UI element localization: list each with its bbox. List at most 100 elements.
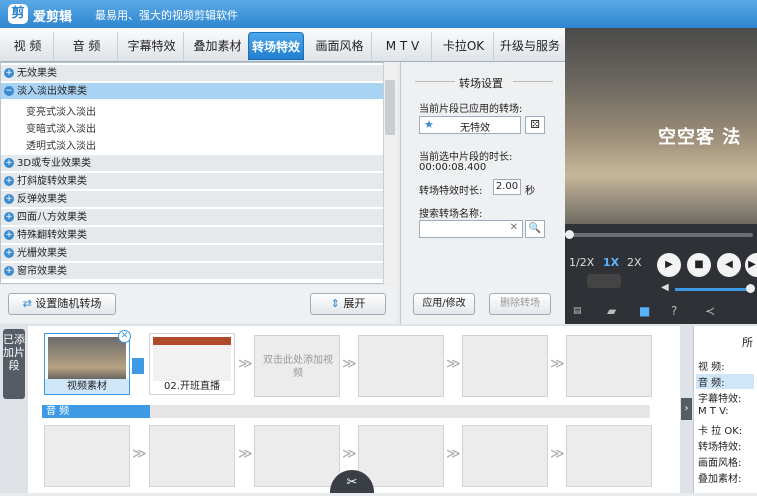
expand-icon[interactable]: + (4, 230, 14, 240)
expand-icon[interactable]: + (4, 212, 14, 222)
tab-picture-style[interactable]: 画面风格 (308, 32, 372, 60)
category-grating[interactable]: + 光栅效果类 (1, 245, 383, 262)
expand-icon[interactable]: + (4, 68, 14, 78)
search-label: 搜索转场名称: (419, 209, 483, 220)
app-logo-icon: 剪 (8, 4, 28, 24)
expand-button[interactable]: ⇕ 展开 (310, 293, 386, 315)
expand-arrows-icon: ⇕ (330, 297, 340, 310)
category-curtain[interactable]: + 窗帘效果类 (1, 263, 383, 280)
jog-dial[interactable] (587, 274, 621, 288)
project-info-panel: 所 视 频: 音 频: 字幕特效: M T V: 卡 拉 OK: 转场特效: 画… (693, 326, 757, 493)
dice-icon[interactable]: ⚄ (525, 116, 545, 134)
effect-item-brighten-fade[interactable]: 变亮式淡入淡出 (26, 103, 96, 118)
info-row-video: 视 频: (698, 362, 725, 373)
category-all-directions[interactable]: + 四面八方效果类 (1, 209, 383, 226)
title-divider-right (513, 81, 553, 82)
next-frame-button[interactable]: ▶ (745, 253, 757, 277)
search-input[interactable]: ✕ (419, 220, 523, 238)
app-slogan: 最易用、强大的视频剪辑软件 (95, 9, 238, 22)
save-icon[interactable]: ■ (639, 304, 650, 318)
category-bounce[interactable]: + 反弹效果类 (1, 191, 383, 208)
info-row-overlay: 叠加素材: (698, 474, 742, 485)
random-transition-button[interactable]: ⇄ 设置随机转场 (8, 293, 116, 315)
collapse-icon[interactable]: − (4, 86, 14, 96)
progress-track[interactable] (567, 233, 753, 237)
effect-duration-input[interactable]: 2.00 (493, 179, 521, 195)
empty-clip-slot[interactable] (566, 425, 652, 487)
audio-track-label[interactable]: 音 频 (42, 405, 150, 418)
progress-handle[interactable] (565, 230, 574, 239)
expand-icon[interactable]: + (4, 248, 14, 258)
sequence-arrow-icon: ≫ (342, 446, 357, 462)
clip-caption: 视频素材 (45, 379, 129, 394)
tab-overlay-material[interactable]: 叠加素材 (186, 32, 250, 60)
play-button[interactable]: ▶ (657, 253, 681, 277)
star-icon: ★ (424, 118, 434, 131)
help-icon[interactable]: ? (671, 304, 677, 318)
empty-clip-slot[interactable]: 双击此处添加视频 (254, 335, 340, 397)
info-row-transition: 转场特效: (698, 442, 742, 453)
added-clips-tab[interactable]: 已添加片段 (3, 329, 25, 399)
volume-slider[interactable] (675, 288, 749, 291)
info-row-picture-style: 画面风格: (698, 458, 742, 469)
empty-clip-slot[interactable] (462, 335, 548, 397)
tab-audio[interactable]: 音 频 (56, 32, 118, 60)
search-icon[interactable]: 🔍 (525, 220, 545, 238)
tab-transition-effects[interactable]: 转场特效 (248, 32, 304, 60)
clear-icon[interactable]: ✕ (510, 222, 518, 233)
category-diagonal-rotate[interactable]: + 打斜旋转效果类 (1, 173, 383, 190)
effect-item-darken-fade[interactable]: 变暗式淡入淡出 (26, 120, 96, 135)
previous-frame-button[interactable]: ◀ (717, 253, 741, 277)
playback-controls: 1/2X 1X 2X ▶ ■ ◀ ▶ ◀ ▤ ▰ ■ ? ≺ (565, 224, 757, 324)
empty-clip-slot[interactable] (149, 425, 235, 487)
volume-icon[interactable]: ◀ (661, 282, 669, 293)
empty-clip-slot[interactable] (358, 425, 444, 487)
new-project-icon[interactable]: ▤ (573, 306, 582, 316)
apply-modify-button[interactable]: 应用/修改 (413, 293, 475, 315)
remove-clip-icon[interactable]: ✕ (118, 330, 131, 343)
scrollbar-thumb[interactable] (385, 80, 395, 135)
effect-list-buttons: ⇄ 设置随机转场 ⇕ 展开 (0, 285, 397, 323)
tab-mtv[interactable]: M T V (374, 32, 432, 60)
clip-image (48, 337, 126, 381)
title-divider-left (415, 81, 455, 82)
collapse-panel-icon[interactable]: › (681, 398, 692, 420)
info-row-audio: 音 频: (696, 374, 754, 389)
speed-1x-button[interactable]: 1X (603, 256, 619, 269)
transition-marker-icon[interactable] (132, 358, 144, 374)
tab-video[interactable]: 视 频 (2, 32, 54, 60)
expand-icon[interactable]: + (4, 266, 14, 276)
expand-icon[interactable]: + (4, 176, 14, 186)
tab-karaoke[interactable]: 卡拉OK (434, 32, 494, 60)
category-3d[interactable]: +3D或专业效果类 (1, 155, 383, 172)
speed-half-button[interactable]: 1/2X (569, 256, 594, 269)
empty-clip-slot[interactable] (254, 425, 340, 487)
category-fade[interactable]: − 淡入淡出效果类 (1, 83, 383, 100)
empty-clip-slot[interactable] (44, 425, 130, 487)
sequence-arrow-icon: ≫ (238, 446, 253, 462)
clip-thumbnail[interactable]: 02.开班直播 (149, 333, 235, 395)
category-special-flip[interactable]: + 特殊翻转效果类 (1, 227, 383, 244)
speed-2x-button[interactable]: 2X (627, 256, 642, 269)
clip-thumbnail[interactable]: 视频素材 (44, 333, 130, 395)
tab-upgrade-service[interactable]: 升级与服务 (496, 32, 564, 60)
expand-icon[interactable]: + (4, 194, 14, 204)
share-icon[interactable]: ≺ (705, 304, 715, 318)
transition-effect-list: + 无效果类 − 淡入淡出效果类 变亮式淡入淡出 变暗式淡入淡出 透明式淡入淡出 +… (0, 62, 397, 284)
audio-track[interactable] (150, 405, 650, 418)
empty-clip-slot[interactable] (462, 425, 548, 487)
sequence-arrow-icon: ≫ (550, 446, 565, 462)
empty-clip-slot[interactable] (358, 335, 444, 397)
app-name: 爱剪辑 (33, 10, 73, 25)
empty-clip-slot[interactable] (566, 335, 652, 397)
sequence-arrow-icon: ≫ (342, 356, 357, 372)
tab-subtitle-effects[interactable]: 字幕特效 (120, 32, 184, 60)
delete-transition-button[interactable]: 删除转场 (489, 293, 551, 315)
video-preview[interactable]: 空空客 法 (565, 28, 757, 224)
stop-button[interactable]: ■ (687, 253, 711, 277)
expand-icon[interactable]: + (4, 158, 14, 168)
open-folder-icon[interactable]: ▰ (607, 304, 616, 318)
volume-handle[interactable] (746, 284, 755, 293)
effect-item-transparent-fade[interactable]: 透明式淡入淡出 (26, 137, 96, 152)
category-no-effect[interactable]: + 无效果类 (1, 65, 383, 82)
